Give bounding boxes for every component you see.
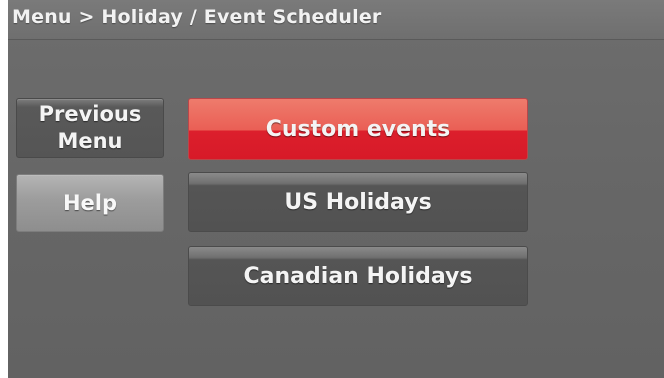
us-holidays-label: US Holidays [284, 189, 432, 215]
us-holidays-button[interactable]: US Holidays [188, 172, 528, 232]
header-bar: Menu > Holiday / Event Scheduler [8, 0, 664, 40]
previous-menu-label-line1: Previous [38, 102, 142, 126]
previous-menu-label: Previous Menu [39, 101, 142, 155]
canadian-holidays-label: Canadian Holidays [243, 263, 473, 289]
breadcrumb: Menu > Holiday / Event Scheduler [12, 6, 382, 28]
previous-menu-button[interactable]: Previous Menu [16, 98, 164, 158]
thermostat-screen: Menu > Holiday / Event Scheduler Previou… [0, 0, 664, 378]
scheduler-panel: Menu > Holiday / Event Scheduler Previou… [8, 0, 664, 378]
previous-menu-label-line2: Menu [57, 129, 123, 153]
custom-events-label: Custom events [265, 116, 451, 142]
help-button[interactable]: Help [16, 174, 164, 232]
help-label: Help [62, 190, 118, 215]
custom-events-button[interactable]: Custom events [188, 98, 528, 160]
canadian-holidays-button[interactable]: Canadian Holidays [188, 246, 528, 306]
